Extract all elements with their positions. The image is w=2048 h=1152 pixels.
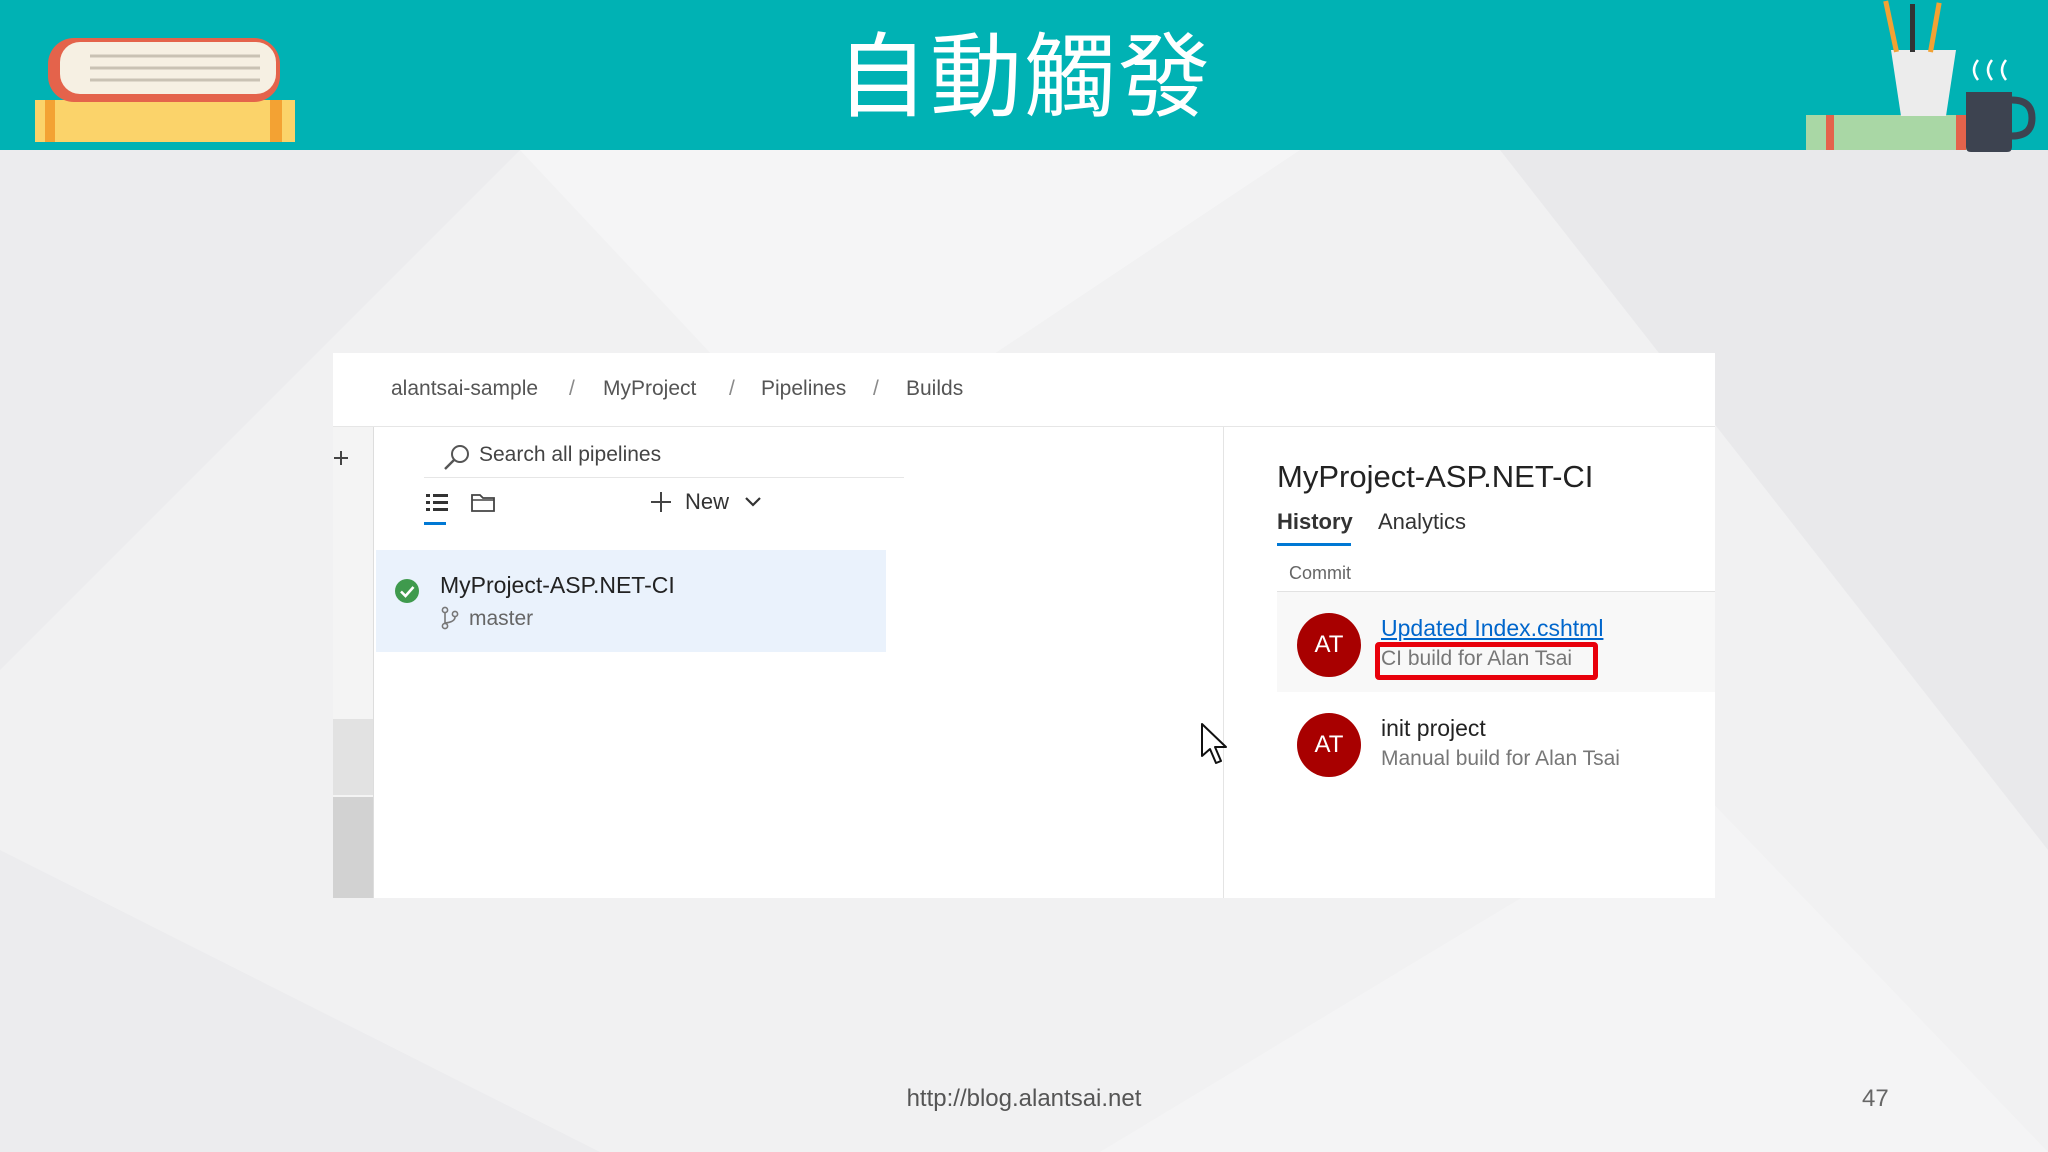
page-number: 47 (1862, 1085, 1889, 1112)
folder-view-icon[interactable] (470, 491, 496, 513)
search-icon (444, 445, 469, 470)
pipeline-title: MyProject-ASP.NET-CI (1277, 459, 1594, 494)
breadcrumb-item-builds[interactable]: Builds (906, 377, 963, 401)
breadcrumb-item-organization[interactable]: alantsai-sample (391, 377, 538, 401)
chevron-down-icon (745, 497, 761, 507)
new-button-label: New (685, 489, 730, 514)
rail-scroll-region (333, 719, 373, 795)
avatar: AT (1297, 613, 1361, 677)
branch-icon (441, 606, 459, 630)
run-row[interactable]: AT init project Manual build for Alan Ts… (1277, 692, 1715, 792)
pipelines-list-pane: New MyProject-ASP.NET-CI master (374, 427, 1224, 898)
branch-name: master (469, 607, 534, 630)
tab-analytics[interactable]: Analytics (1378, 509, 1466, 535)
build-reason: Manual build for Alan Tsai (1381, 747, 1620, 770)
slide-header-banner: 自動觸發 (0, 0, 2048, 152)
run-row[interactable]: AT Updated Index.cshtml CI build for Ala… (1277, 592, 1715, 692)
azure-devops-builds-screenshot: alantsai-sample / MyProject / Pipelines … (333, 353, 1715, 898)
avatar: AT (1297, 713, 1361, 777)
mouse-cursor-icon (1201, 723, 1227, 764)
plus-icon (651, 492, 671, 512)
commit-message-link[interactable]: Updated Index.cshtml (1381, 615, 1603, 642)
success-check-icon (395, 579, 419, 603)
new-pipeline-button[interactable]: New (649, 482, 789, 522)
tab-history[interactable]: History (1277, 509, 1353, 535)
commit-column-header: Commit (1289, 563, 1351, 583)
commit-message[interactable]: init project (1381, 715, 1486, 742)
list-view-icon[interactable] (424, 491, 450, 515)
highlight-annotation (1375, 642, 1598, 680)
slide-title: 自動觸發 (835, 24, 1212, 131)
breadcrumb-item-project[interactable]: MyProject (603, 377, 696, 401)
desk-supplies-illustration (1806, 0, 2036, 152)
breadcrumb-separator: / (569, 377, 575, 400)
breadcrumb: alantsai-sample / MyProject / Pipelines … (333, 353, 1715, 427)
rail-scroll-thumb[interactable] (333, 797, 373, 898)
pipeline-list-item[interactable]: MyProject-ASP.NET-CI master (376, 550, 886, 652)
breadcrumb-separator: / (729, 377, 735, 400)
active-tab-indicator (1277, 543, 1351, 546)
left-rail (333, 427, 374, 898)
breadcrumb-separator: / (873, 377, 879, 400)
breadcrumb-item-pipelines[interactable]: Pipelines (761, 377, 846, 401)
active-view-indicator (424, 522, 446, 525)
search-input[interactable] (479, 440, 879, 470)
pipeline-name: MyProject-ASP.NET-CI (440, 572, 675, 598)
search-box[interactable] (424, 435, 904, 478)
footer-url: http://blog.alantsai.net (906, 1085, 1142, 1112)
pipeline-detail-pane: MyProject-ASP.NET-CI History Analytics C… (1224, 427, 1715, 898)
